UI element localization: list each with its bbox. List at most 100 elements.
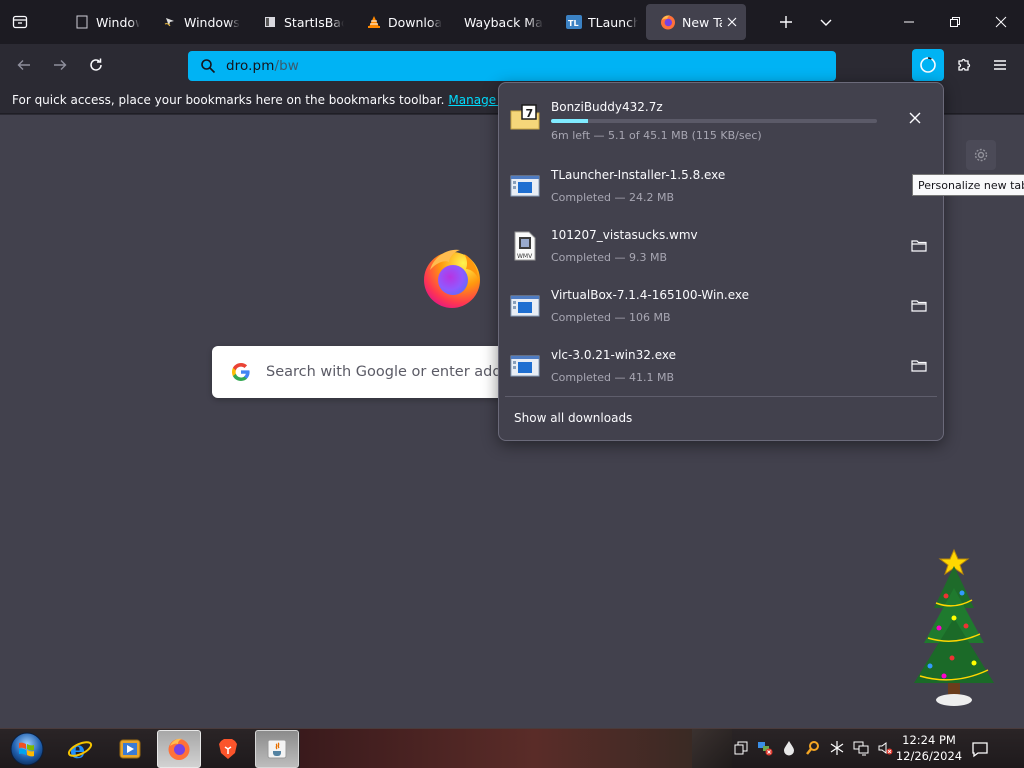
list-all-tabs-button[interactable] — [812, 0, 840, 44]
tab-7[interactable]: New Tab — [646, 4, 746, 40]
tooltip: Personalize new tab — [912, 174, 1024, 196]
download-item[interactable]: vlc-3.0.21-win32.exe Completed — 41.1 MB — [505, 339, 937, 395]
nav-bar: dro.pm/bw — [0, 44, 1024, 86]
exe-icon — [509, 350, 541, 382]
close-window-button[interactable] — [978, 0, 1024, 44]
minimize-icon — [904, 21, 914, 23]
reload-button[interactable] — [80, 49, 112, 81]
download-item[interactable]: WMV 101207_vistasucks.wmv Completed — 9.3 … — [505, 219, 937, 275]
close-icon — [909, 112, 921, 124]
new-tab-button[interactable] — [772, 0, 800, 44]
exe-icon — [509, 170, 541, 202]
puzzle-icon — [958, 58, 971, 71]
folder-icon — [911, 300, 927, 312]
cursor-logo-icon — [162, 14, 178, 30]
tray-snowflake[interactable] — [828, 739, 846, 757]
show-all-downloads-button[interactable]: Show all downloads — [514, 411, 632, 425]
tab-5[interactable]: Wayback Mach — [450, 0, 552, 44]
show-in-folder-button[interactable] — [909, 296, 929, 316]
tab-4[interactable]: Download — [352, 0, 450, 44]
tab-2[interactable]: Windows 7 — [148, 0, 248, 44]
download-status: Completed — 106 MB — [551, 311, 671, 324]
downloads-panel: 7 BonziBuddy432.7z 6m left — 5.1 of 45.1… — [498, 82, 944, 441]
firefox-logo — [424, 249, 480, 308]
minimize-button[interactable] — [886, 0, 932, 44]
tray-search[interactable] — [804, 739, 822, 757]
tab-title: Windows 7 — [96, 14, 140, 30]
download-item[interactable]: TLauncher-Installer-1.5.8.exe Completed —… — [505, 159, 937, 215]
taskbar-media-player[interactable] — [108, 730, 152, 768]
extensions-button[interactable] — [948, 49, 980, 81]
hamburger-menu-icon — [994, 60, 1006, 70]
download-progress-icon — [920, 57, 936, 73]
exe-icon — [509, 290, 541, 322]
taskbar: e 12:24 PM 12/26/2024 — [0, 728, 1024, 768]
taskbar-brave[interactable] — [206, 730, 250, 768]
tray-volume-muted[interactable] — [876, 739, 894, 757]
google-icon — [232, 363, 250, 381]
cancel-download-button[interactable] — [905, 108, 925, 128]
download-item-active[interactable]: 7 BonziBuddy432.7z 6m left — 5.1 of 45.1… — [505, 91, 937, 147]
show-in-folder-button[interactable] — [909, 356, 929, 376]
forward-button[interactable] — [44, 49, 76, 81]
download-filename: VirtualBox-7.1.4-165100-Win.exe — [551, 288, 750, 302]
tray-network[interactable] — [852, 739, 870, 757]
close-tab-button[interactable] — [726, 14, 738, 30]
tab-6[interactable]: TL TLauncher — [552, 0, 646, 44]
restore-icon — [950, 17, 960, 27]
page-icon — [74, 14, 90, 30]
arrow-right-icon — [54, 60, 67, 70]
taskbar-firefox[interactable] — [157, 730, 201, 768]
taskbar-java-installer[interactable] — [255, 730, 299, 768]
download-filename: vlc-3.0.21-win32.exe — [551, 348, 676, 362]
christmas-tree-decoration — [914, 548, 994, 706]
personalize-button[interactable] — [966, 140, 996, 170]
download-item[interactable]: VirtualBox-7.1.4-165100-Win.exe Completed… — [505, 279, 937, 335]
tray-task-view[interactable] — [732, 739, 750, 757]
monitor-network-icon — [853, 741, 869, 756]
taskbar-wallpaper-tint-2 — [692, 729, 732, 768]
show-in-folder-button[interactable] — [909, 236, 929, 256]
svg-text:TL: TL — [568, 19, 579, 28]
clock-date: 12/26/2024 — [895, 749, 963, 763]
clock-time: 12:24 PM — [902, 733, 956, 747]
tray-network-disconnected[interactable] — [756, 739, 774, 757]
tray-droplet[interactable] — [780, 739, 798, 757]
address-bar[interactable]: dro.pm/bw — [188, 51, 836, 81]
firefox-icon — [660, 14, 676, 30]
download-progress-fill — [551, 119, 588, 123]
restore-button[interactable] — [932, 0, 978, 44]
vlc-cone-icon — [366, 14, 382, 30]
start-button[interactable] — [4, 730, 50, 768]
download-status: 6m left — 5.1 of 45.1 MB (115 KB/sec) — [551, 129, 762, 142]
speech-bubble-icon — [972, 742, 988, 758]
magnifier-icon — [806, 741, 819, 755]
download-status: Completed — 9.3 MB — [551, 251, 668, 264]
network-error-icon — [758, 742, 773, 756]
menu-button[interactable] — [984, 49, 1016, 81]
firefox-view-button[interactable] — [0, 0, 40, 44]
snowflake-icon — [830, 741, 844, 755]
download-status: Completed — 41.1 MB — [551, 371, 675, 384]
system-clock[interactable]: 12:24 PM 12/26/2024 — [894, 732, 964, 764]
download-status: Completed — 24.2 MB — [551, 191, 675, 204]
tab-3[interactable]: StartIsBack — [248, 0, 352, 44]
tab-title: TLauncher — [588, 14, 638, 30]
download-filename: 101207_vistasucks.wmv — [551, 228, 698, 242]
arrow-left-icon — [17, 60, 30, 70]
tab-strip: Windows 7 Windows 7 StartIsBack Download Way… — [0, 0, 1024, 44]
wmv-icon: WMV — [509, 230, 541, 262]
tab-1[interactable]: Windows 7 — [60, 0, 148, 44]
notification-center-button[interactable] — [970, 739, 990, 763]
tab-title: New Tab — [682, 14, 722, 30]
tab-title: StartIsBack — [284, 14, 344, 30]
taskbar-internet-explorer[interactable]: e — [58, 730, 102, 768]
downloads-button[interactable] — [912, 49, 944, 81]
chevron-down-icon — [820, 19, 832, 26]
back-button[interactable] — [8, 49, 40, 81]
media-player-icon — [119, 739, 141, 759]
droplet-icon — [784, 741, 794, 756]
java-cup-icon — [267, 739, 287, 759]
reload-icon — [90, 58, 102, 71]
plus-icon — [780, 16, 792, 28]
